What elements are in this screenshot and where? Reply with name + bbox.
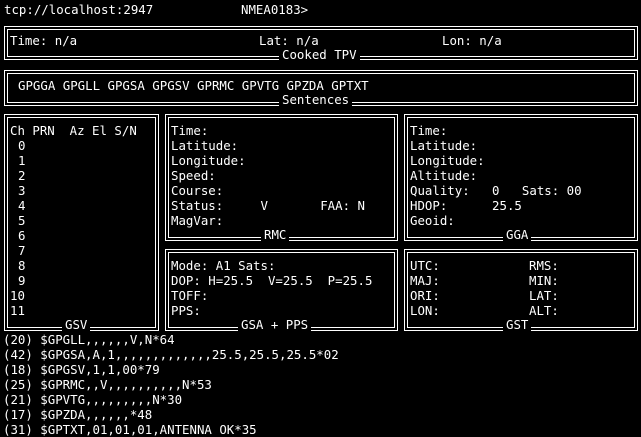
gsv-channel: 9 xyxy=(18,273,26,288)
log-line: (31) $GPTXT,01,01,01,ANTENNA OK*35 xyxy=(3,422,257,437)
gsv-channel: 8 xyxy=(18,258,26,273)
gsv-channel: 11 xyxy=(10,303,25,318)
gsa-dop: DOP: H=25.5 V=25.5 P=25.5 xyxy=(171,273,373,288)
gga-altitude: Altitude: xyxy=(410,168,478,183)
log-line: (21) $GPVTG,,,,,,,,,N*30 xyxy=(3,392,183,407)
gga-quality: Quality: 0 Sats: 00 xyxy=(410,183,582,198)
gsv-header: Ch PRN Az El S/N xyxy=(10,123,137,138)
tpv-lat: Lat: n/a xyxy=(259,33,319,48)
gsv-channel: 1 xyxy=(18,153,26,168)
gsv-channel: 4 xyxy=(18,198,26,213)
gga-time: Time: xyxy=(410,123,448,138)
rmc-status: Status: V FAA: N xyxy=(171,198,365,213)
rmc-time: Time: xyxy=(171,123,209,138)
tpv-time: Time: n/a xyxy=(10,33,78,48)
gsa-mode: Mode: A1 Sats: xyxy=(171,258,276,273)
gsv-title: GSV xyxy=(62,317,91,332)
gst-maj: MAJ: xyxy=(410,273,440,288)
gst-title: GST xyxy=(503,317,532,332)
gsa-pps-title: GSA + PPS xyxy=(238,317,312,332)
rmc-title: RMC xyxy=(261,227,290,242)
gga-geoid: Geoid: xyxy=(410,213,455,228)
log-line: (18) $GPGSV,1,1,00*79 xyxy=(3,362,160,377)
gst-min: MIN: xyxy=(529,273,559,288)
connection-address: tcp://localhost:2947 xyxy=(4,2,154,17)
gsv-panel xyxy=(4,114,159,331)
gsv-channel: 0 xyxy=(18,138,26,153)
gsv-channel: 5 xyxy=(18,213,26,228)
gst-rms: RMS: xyxy=(529,258,559,273)
rmc-latitude: Latitude: xyxy=(171,138,239,153)
gst-lon: LON: xyxy=(410,303,440,318)
rmc-longitude: Longitude: xyxy=(171,153,246,168)
sentences-list: GPGGA GPGLL GPGSA GPGSV GPRMC GPVTG GPZD… xyxy=(18,78,369,93)
gga-longitude: Longitude: xyxy=(410,153,485,168)
gsv-channel: 3 xyxy=(18,183,26,198)
log-line: (25) $GPRMC,,V,,,,,,,,,,N*53 xyxy=(3,377,212,392)
gsv-channel: 7 xyxy=(18,243,26,258)
cooked-tpv-title: Cooked TPV xyxy=(279,47,360,62)
log-line: (20) $GPGLL,,,,,,V,N*64 xyxy=(3,332,175,347)
rmc-magvar: MagVar: xyxy=(171,213,224,228)
gsa-toff: TOFF: xyxy=(171,288,209,303)
gst-lat: LAT: xyxy=(529,288,559,303)
sentences-title: Sentences xyxy=(279,92,353,107)
rmc-course: Course: xyxy=(171,183,224,198)
gsv-channel: 10 xyxy=(10,288,25,303)
tpv-lon: Lon: n/a xyxy=(442,33,502,48)
gsv-channel: 2 xyxy=(18,168,26,183)
gst-alt: ALT: xyxy=(529,303,559,318)
protocol-mode: NMEA0183> xyxy=(241,2,309,17)
log-line: (17) $GPZDA,,,,,,*48 xyxy=(3,407,153,422)
gst-utc: UTC: xyxy=(410,258,440,273)
gga-title: GGA xyxy=(503,227,532,242)
rmc-speed: Speed: xyxy=(171,168,216,183)
gst-ori: ORI: xyxy=(410,288,440,303)
gga-hdop: HDOP: 25.5 xyxy=(410,198,522,213)
log-line: (42) $GPGSA,A,1,,,,,,,,,,,,,25.5,25.5,25… xyxy=(3,347,339,362)
gga-latitude: Latitude: xyxy=(410,138,478,153)
gsa-pps: PPS: xyxy=(171,303,201,318)
gsv-channel: 6 xyxy=(18,228,26,243)
